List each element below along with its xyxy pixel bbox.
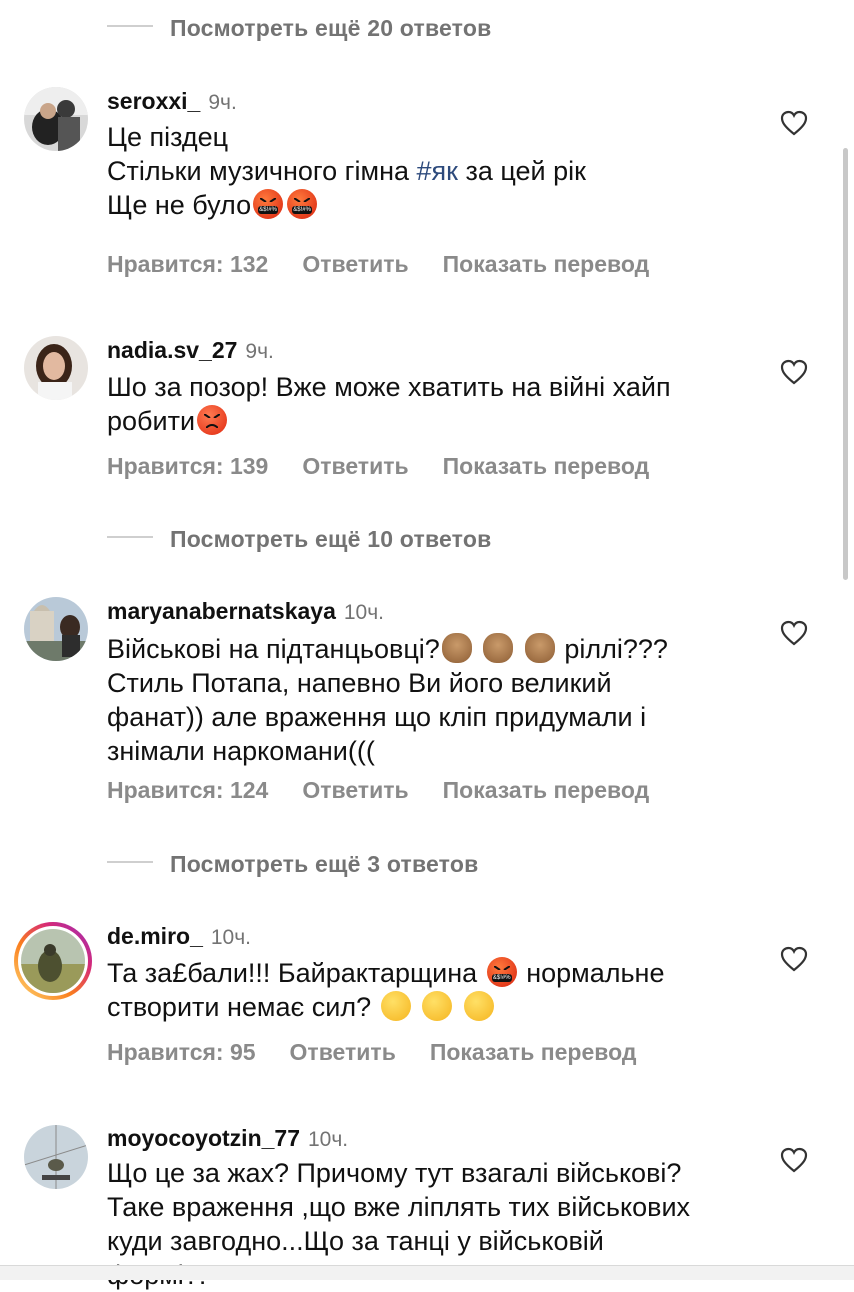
comment-line: робити [107,404,747,438]
comment-line: Стиль Потапа, напевно Ви його великий [107,668,612,698]
heart-outline-icon[interactable] [780,620,808,646]
cursing-face-emoji: &$!#% [486,957,517,987]
reply-button[interactable]: Ответить [302,777,408,804]
avatar-story-ring[interactable] [12,920,94,1002]
divider-line [107,25,153,27]
view-more-label: Посмотреть ещё 20 ответов [170,15,492,41]
divider-line [107,861,153,863]
reply-button[interactable]: Ответить [290,1039,396,1066]
show-translation-button[interactable]: Показать перевод [443,453,650,480]
avatar[interactable] [24,597,88,661]
comment-line: фанат)) але враження що кліп придумали і [107,702,647,732]
comment-text: Шо за позор! Вже може хватить на війні х… [107,370,747,438]
show-translation-button[interactable]: Показать перевод [443,251,650,278]
username[interactable]: maryanabernatskaya [107,598,336,625]
text-segment: створити немає сил? [107,992,379,1022]
comment-text: Військові на підтанцьовці? ріллі??? Стил… [107,632,747,768]
username[interactable]: seroxxi_ [107,88,200,115]
disappointed-face-emoji [463,991,494,1021]
view-more-replies-2[interactable]: Посмотреть ещё 10 ответов [0,519,854,555]
comment-line: Ще не було &$!#% &$!#% [107,188,747,222]
scrollbar[interactable] [843,148,848,580]
username[interactable]: de.miro_ [107,923,203,950]
comment-line: Таке враження ,що вже ліплять тих військ… [107,1192,691,1222]
heart-outline-icon[interactable] [780,946,808,972]
timestamp: 10ч. [308,1128,349,1151]
likes-count[interactable]: Нравится: 95 [107,1039,256,1066]
show-translation-button[interactable]: Показать перевод [443,777,650,804]
timestamp: 10ч. [210,926,252,949]
text-segment: Ще не було [107,190,252,220]
timestamp: 9ч. [208,91,237,114]
reply-button[interactable]: Ответить [302,251,408,278]
text-segment: Стільки музичного гімна [107,156,417,186]
show-translation-button[interactable]: Показать перевод [430,1039,637,1066]
timestamp: 10ч. [343,601,385,624]
username[interactable]: nadia.sv_27 [107,337,237,364]
avatar[interactable] [24,336,88,400]
reply-button[interactable]: Ответить [302,453,408,480]
text-segment: робити [107,406,196,436]
avatar[interactable] [24,87,88,151]
divider-line [107,536,153,538]
comment-line: Шо за позор! Вже може хватить на війні х… [107,372,671,402]
text-segment: Та за£бали!!! Байрактарщина [107,958,485,988]
see-no-evil-monkey-emoji [441,633,472,663]
text-segment: Військові на підтанцьовці? [107,634,440,664]
view-more-replies-3[interactable]: Посмотреть ещё 3 ответов [0,844,854,880]
comment-text: Це піздец Стільки музичного гімна #як за… [107,120,747,222]
likes-count[interactable]: Нравится: 124 [107,777,268,804]
text-segment: ріллі??? [556,634,668,664]
comment-text: Та за£бали!!! Байрактарщина &$!#% нормал… [107,956,747,1024]
disappointed-face-emoji [422,991,453,1021]
comment-line: створити немає сил? [107,990,747,1024]
comment-line: Військові на підтанцьовці? ріллі??? [107,632,747,666]
avatar[interactable] [24,1125,88,1189]
username[interactable]: moyocoyotzin_77 [107,1125,300,1152]
timestamp: 9ч. [245,340,274,363]
comment-line: Це піздец [107,122,229,152]
heart-outline-icon[interactable] [780,1147,808,1173]
heart-outline-icon[interactable] [780,110,808,136]
bottom-edge [0,1265,854,1280]
comment-line: Та за£бали!!! Байрактарщина &$!#% нормал… [107,956,747,990]
see-no-evil-monkey-emoji [483,633,514,663]
likes-count[interactable]: Нравится: 139 [107,453,268,480]
comment-line: знімали наркомани((( [107,736,375,766]
cursing-face-emoji: &$!#% [287,189,318,219]
comment-line: Стільки музичного гімна #як за цей рік [107,154,747,188]
view-more-label: Посмотреть ещё 10 ответов [170,526,492,552]
heart-outline-icon[interactable] [780,359,808,385]
see-no-evil-monkey-emoji [524,633,555,663]
text-segment: нормальне [518,958,665,988]
angry-face-emoji [197,405,228,435]
likes-count[interactable]: Нравится: 132 [107,251,268,278]
comment-line: Що це за жах? Причому тут взагалі військ… [107,1158,682,1188]
cursing-face-emoji: &$!#% [253,189,284,219]
view-more-label: Посмотреть ещё 3 ответов [170,851,479,877]
disappointed-face-emoji [380,991,411,1021]
hashtag-link[interactable]: #як [417,156,458,186]
comment-line: куди завгодно...Що за танці у військовій [107,1226,604,1256]
view-more-replies-1[interactable]: Посмотреть ещё 20 ответов [0,8,854,44]
text-segment: за цей рік [457,156,586,186]
